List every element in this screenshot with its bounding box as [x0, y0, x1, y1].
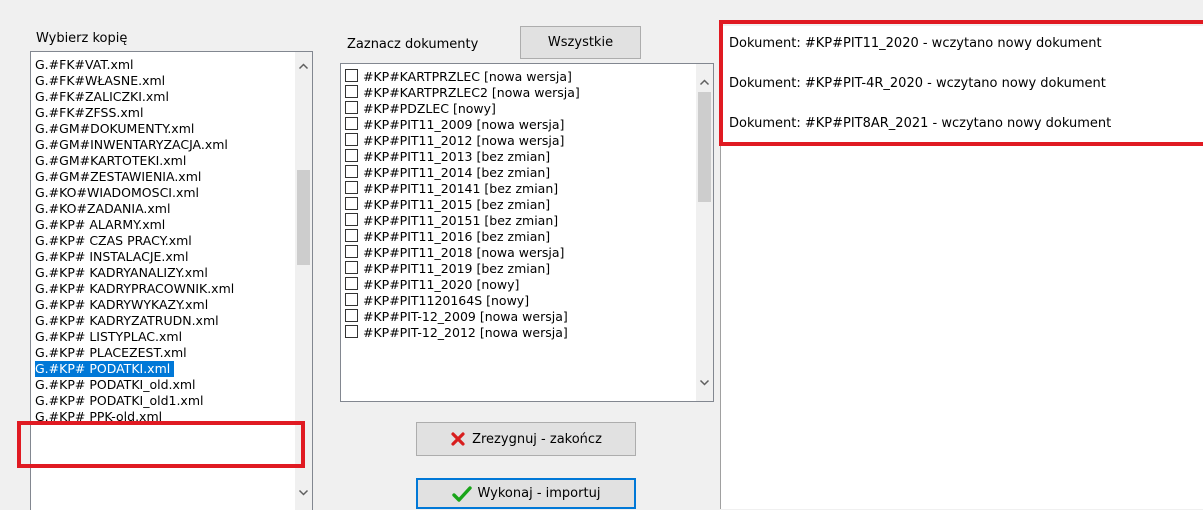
document-label: #KP#PIT11_2015 [bez zmian] — [363, 197, 551, 212]
document-label: #KP#PIT-12_2012 [nowa wersja] — [363, 325, 568, 340]
checkbox[interactable] — [345, 309, 358, 322]
checkbox[interactable] — [345, 133, 358, 146]
list-item[interactable]: G.#KP# CZAS PRACY.xml — [35, 233, 192, 249]
list-item[interactable]: G.#KP# PLACEZEST.xml — [35, 345, 187, 361]
list-item[interactable]: G.#KP# INSTALACJE.xml — [35, 249, 188, 265]
list-item[interactable]: G.#KP# KADRYWYKAZY.xml — [35, 297, 208, 313]
documents-scrollbar[interactable] — [696, 64, 713, 401]
list-item[interactable]: G.#GM#ZESTAWIENIA.xml — [35, 169, 201, 185]
list-item[interactable]: G.#FK#VAT.xml — [35, 57, 134, 73]
document-label: #KP#PIT11_2012 [nowa wersja] — [363, 133, 565, 148]
green-check-icon — [451, 485, 472, 502]
list-item[interactable]: G.#GM#INWENTARYZACJA.xml — [35, 137, 228, 153]
document-checkbox-row[interactable]: #KP#PIT11_20141 [bez zmian] — [345, 181, 558, 197]
checkbox[interactable] — [345, 197, 358, 210]
document-label: #KP#KARTPRZLEC [nowa wersja] — [363, 69, 572, 84]
select-all-button[interactable]: Wszystkie — [520, 26, 641, 59]
document-checkbox-row[interactable]: #KP#PDZLEC [nowy] — [345, 101, 496, 117]
checkbox[interactable] — [345, 277, 358, 290]
cancel-button-label: Zrezygnuj - zakończ — [472, 431, 602, 447]
list-item[interactable]: G.#GM#DOKUMENTY.xml — [35, 121, 194, 137]
list-item[interactable]: G.#GM#KARTOTEKI.xml — [35, 153, 186, 169]
scroll-down-icon[interactable] — [696, 374, 713, 391]
document-checkbox-row[interactable]: #KP#PIT11_2013 [bez zmian] — [345, 149, 550, 165]
document-checkbox-row[interactable]: #KP#PIT11_2009 [nowa wersja] — [345, 117, 564, 133]
list-item[interactable]: G.#KP# PODATKI_old1.xml — [35, 393, 203, 409]
documents-scroll-thumb[interactable] — [698, 92, 711, 202]
document-label: #KP#PDZLEC [nowy] — [363, 101, 496, 116]
checkbox[interactable] — [345, 293, 358, 306]
import-log-panel: Dokument: #KP#PIT11_2020 - wczytano nowy… — [720, 26, 1203, 509]
document-checkbox-row[interactable]: #KP#PIT11_2014 [bez zmian] — [345, 165, 550, 181]
red-x-icon — [450, 431, 466, 447]
list-item[interactable]: G.#FK#WŁASNE.xml — [35, 73, 165, 89]
document-checkbox-row[interactable]: #KP#PIT11_2019 [bez zmian] — [345, 261, 550, 277]
checkbox[interactable] — [345, 117, 358, 130]
document-checkbox-row[interactable]: #KP#PIT1120164S [nowy] — [345, 293, 529, 309]
document-checkbox-row[interactable]: #KP#PIT11_2018 [nowa wersja] — [345, 245, 564, 261]
list-item[interactable]: G.#FK#ZFSS.xml — [35, 105, 143, 121]
execute-button-label: Wykonaj - importuj — [477, 486, 601, 501]
document-label: #KP#PIT11_2016 [bez zmian] — [363, 229, 551, 244]
log-line: Dokument: #KP#PIT11_2020 - wczytano nowy… — [729, 36, 1102, 51]
document-label: #KP#PIT11_20141 [bez zmian] — [363, 181, 559, 196]
list-item[interactable]: G.#KP# PODATKI_old.xml — [35, 377, 196, 393]
checkbox[interactable] — [345, 149, 358, 162]
document-label: #KP#PIT1120164S [nowy] — [363, 293, 530, 308]
document-checkbox-row[interactable]: #KP#PIT-12_2009 [nowa wersja] — [345, 309, 568, 325]
document-checkbox-row[interactable]: #KP#PIT-12_2012 [nowa wersja] — [345, 325, 568, 341]
list-item[interactable]: G.#KP# LISTYPLAC.xml — [35, 329, 182, 345]
documents-label: Zaznacz dokumenty — [347, 37, 479, 52]
copies-scroll-thumb[interactable] — [297, 170, 310, 265]
checkbox[interactable] — [345, 245, 358, 258]
document-label: #KP#PIT11_20151 [bez zmian] — [363, 213, 559, 228]
checkbox[interactable] — [345, 325, 358, 338]
document-label: #KP#PIT11_2009 [nowa wersja] — [363, 117, 565, 132]
document-checkbox-row[interactable]: #KP#KARTPRZLEC [nowa wersja] — [345, 69, 572, 85]
checkbox[interactable] — [345, 69, 358, 82]
document-checkbox-row[interactable]: #KP#PIT11_2016 [bez zmian] — [345, 229, 550, 245]
checkbox[interactable] — [345, 181, 358, 194]
document-label: #KP#PIT11_2020 [nowy] — [363, 277, 520, 292]
scroll-down-icon[interactable] — [295, 484, 312, 501]
list-item-selected[interactable]: G.#KP# PODATKI.xml — [35, 361, 175, 377]
select-all-label: Wszystkie — [547, 35, 614, 50]
document-label: #KP#PIT-12_2009 [nowa wersja] — [363, 309, 568, 324]
copies-scrollbar[interactable] — [295, 52, 312, 510]
document-label: #KP#PIT11_2014 [bez zmian] — [363, 165, 551, 180]
list-item[interactable]: G.#KP# KADRYZATRUDN.xml — [35, 313, 219, 329]
document-label: #KP#PIT11_2019 [bez zmian] — [363, 261, 551, 276]
list-item[interactable]: G.#FK#ZALICZKI.xml — [35, 89, 169, 105]
checkbox[interactable] — [345, 261, 358, 274]
copies-label: Wybierz kopię — [36, 31, 128, 46]
copies-listbox[interactable]: G.#KP# PPK-old.xml G.#KP# PODATKI_old1.xm… — [30, 51, 313, 510]
scroll-up-icon[interactable] — [696, 74, 713, 91]
checkbox[interactable] — [345, 165, 358, 178]
log-line: Dokument: #KP#PIT-4R_2020 - wczytano now… — [729, 76, 1106, 91]
cancel-button[interactable]: Zrezygnuj - zakończ — [416, 422, 636, 456]
document-checkbox-row[interactable]: #KP#PIT11_20151 [bez zmian] — [345, 213, 558, 229]
checkbox[interactable] — [345, 85, 358, 98]
list-item[interactable]: G.#KO#ZADANIA.xml — [35, 201, 170, 217]
document-checkbox-row[interactable]: #KP#PIT11_2015 [bez zmian] — [345, 197, 550, 213]
list-item[interactable]: G.#KP# KADRYPRACOWNIK.xml — [35, 281, 234, 297]
log-line: Dokument: #KP#PIT8AR_2021 - wczytano now… — [729, 116, 1112, 131]
checkbox[interactable] — [345, 101, 358, 114]
execute-import-button[interactable]: Wykonaj - importuj — [416, 478, 636, 509]
list-item[interactable]: G.#KP# KADRYANALIZY.xml — [35, 265, 208, 281]
document-label: #KP#PIT11_2013 [bez zmian] — [363, 149, 551, 164]
document-checkbox-row[interactable]: #KP#PIT11_2020 [nowy] — [345, 277, 519, 293]
list-item[interactable]: G.#KO#WIADOMOSCI.xml — [35, 185, 199, 201]
documents-listbox[interactable]: #KP#PIT-12_2012 [nowa wersja] #KP#PIT-12_… — [340, 63, 714, 402]
scroll-up-icon[interactable] — [295, 58, 312, 75]
list-item[interactable]: G.#KP# PPK-old.xml — [35, 409, 162, 425]
document-checkbox-row[interactable]: #KP#KARTPRZLEC2 [nowa wersja] — [345, 85, 580, 101]
document-label: #KP#KARTPRZLEC2 [nowa wersja] — [363, 85, 580, 100]
document-label: #KP#PIT11_2018 [nowa wersja] — [363, 245, 565, 260]
checkbox[interactable] — [345, 213, 358, 226]
document-checkbox-row[interactable]: #KP#PIT11_2012 [nowa wersja] — [345, 133, 564, 149]
list-item[interactable]: G.#KP# ALARMY.xml — [35, 217, 165, 233]
checkbox[interactable] — [345, 229, 358, 242]
